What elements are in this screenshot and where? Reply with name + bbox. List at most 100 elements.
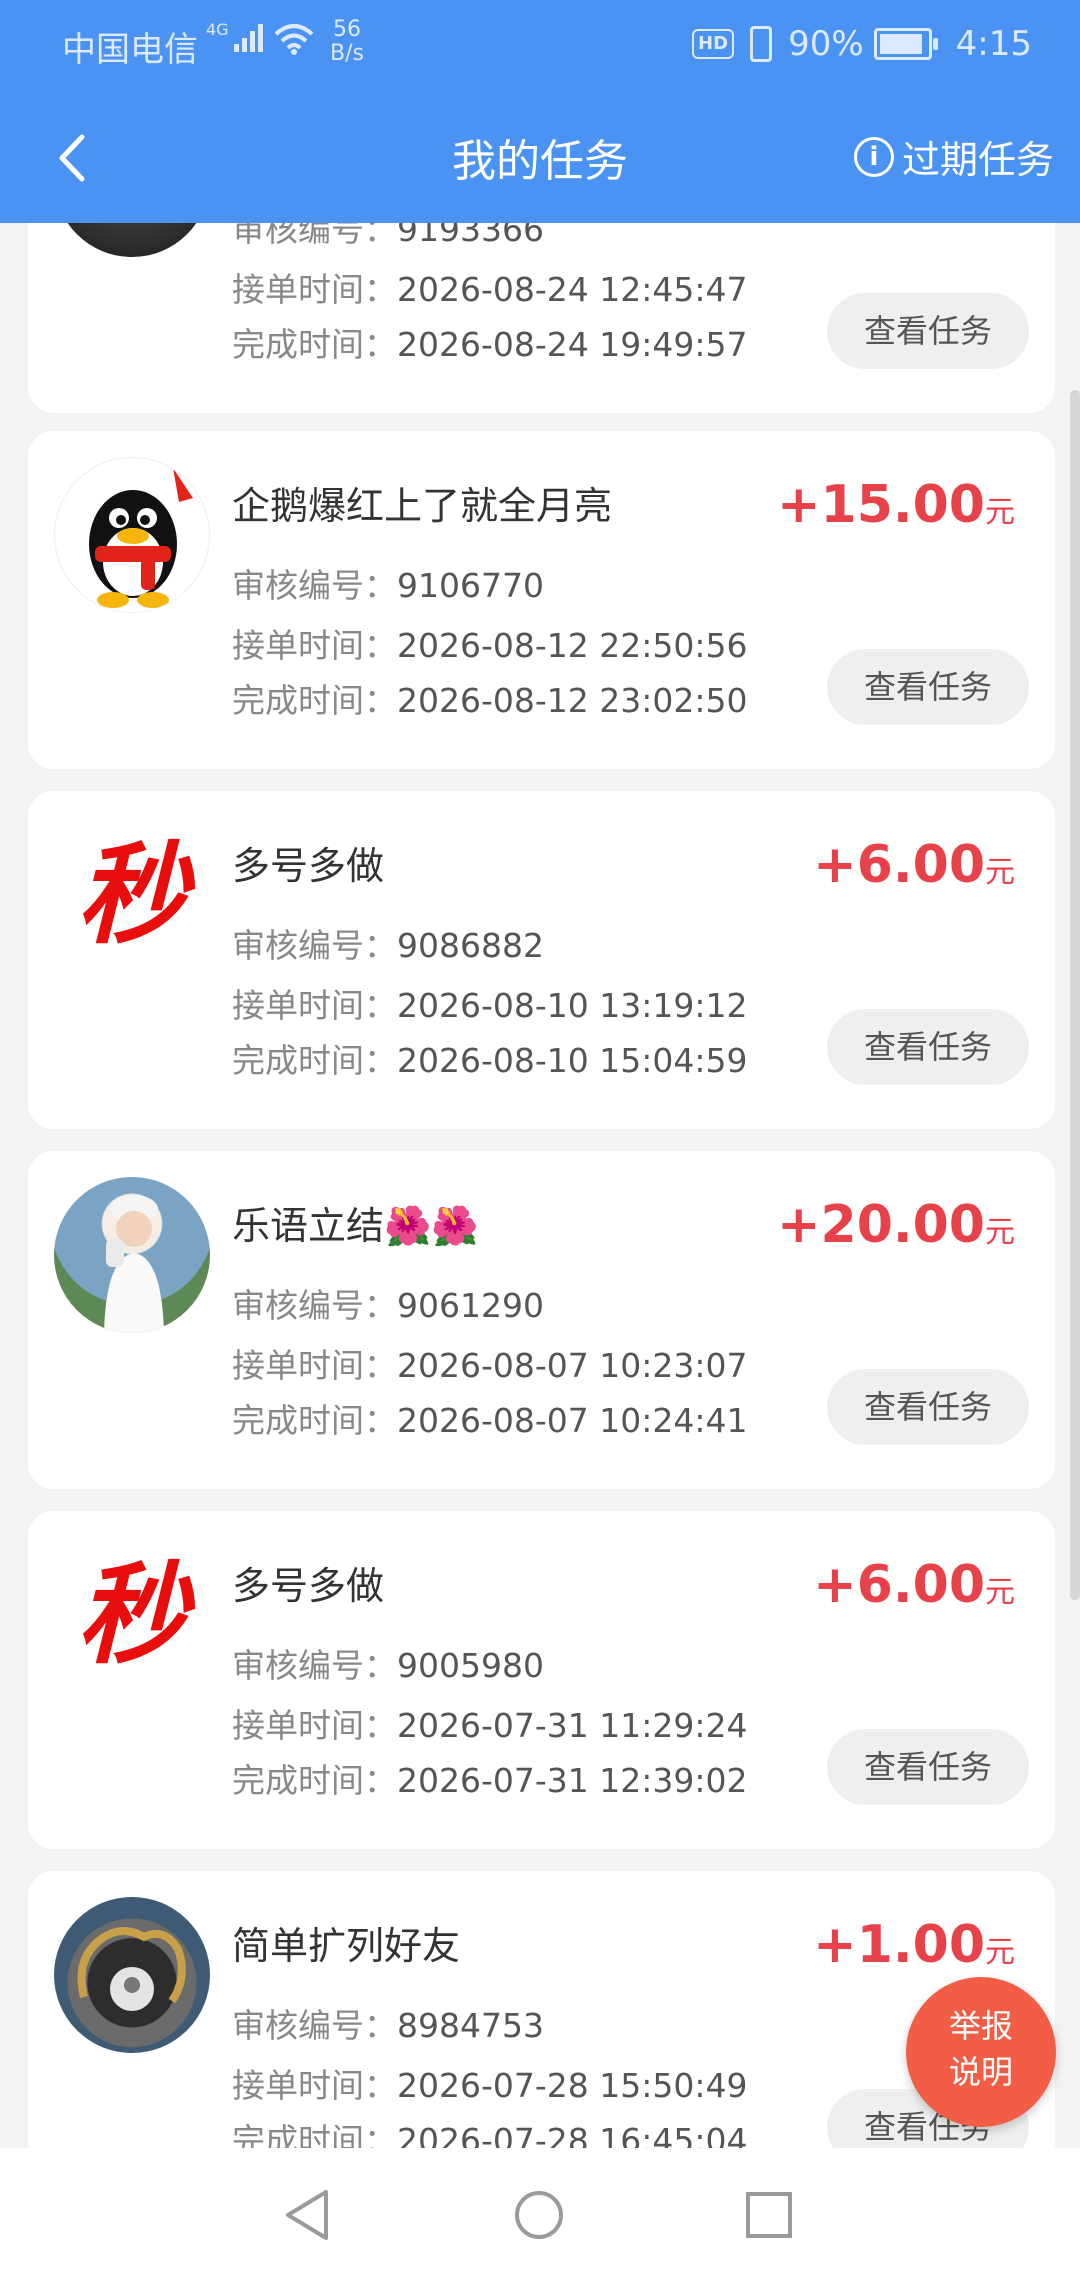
accept-time: 接单时间：2026-08-12 22:50:56	[232, 619, 747, 667]
view-task-button[interactable]: 查看任务	[827, 1729, 1029, 1805]
accept-time-value: 2026-07-28 15:50:49	[397, 2066, 748, 2105]
review-number-label: 审核编号：	[232, 1286, 397, 1325]
view-task-button[interactable]: 查看任务	[827, 649, 1029, 725]
finish-time-value: 2026-07-31 12:39:02	[397, 1761, 748, 1800]
view-task-button[interactable]: 查看任务	[827, 293, 1029, 369]
view-task-button[interactable]: 查看任务	[827, 1369, 1029, 1445]
sec-avatar: 秒	[54, 1537, 210, 1693]
task-reward: +20.00元	[777, 1195, 1015, 1255]
review-number: 审核编号：8984753	[232, 1999, 544, 2047]
finish-time-value: 2026-08-12 23:02:50	[397, 681, 748, 720]
task-reward: +6.00元	[813, 1555, 1015, 1615]
task-title: 简单扩列好友	[232, 1924, 461, 1968]
reward-amount: +15.00	[776, 475, 985, 535]
info-icon: i	[853, 136, 894, 177]
review-number-value: 9193366	[397, 223, 544, 249]
hd-icon: HD	[692, 29, 735, 59]
finish-time-label: 完成时间：	[232, 2121, 397, 2148]
sec-logo: 秒	[77, 1550, 187, 1679]
review-number-label: 审核编号：	[232, 2006, 397, 2045]
task-card: 企鹅爆红上了就全月亮 +15.00元 审核编号：9106770 接单时间：202…	[28, 431, 1055, 769]
accept-time-label: 接单时间：	[232, 986, 397, 1025]
reward-unit: 元	[985, 1935, 1015, 1970]
report-label-line1: 举报	[948, 2007, 1013, 2045]
photo-avatar	[54, 1177, 210, 1333]
task-reward: +15.00元	[777, 475, 1015, 535]
task-card: 简单扩列好友 +1.00元 审核编号：8984753 接单时间：2026-07-…	[28, 1871, 1055, 2148]
review-number-label: 审核编号：	[232, 926, 397, 965]
vibrate-icon	[750, 26, 773, 62]
carrier-name: 中国电信	[62, 30, 198, 70]
dragon-icon	[77, 1927, 186, 2011]
review-number: 审核编号：9061290	[232, 1279, 544, 1327]
person-photo-icon	[104, 1195, 164, 1333]
review-number-label: 审核编号：	[232, 223, 397, 249]
accept-time-label: 接单时间：	[232, 1346, 397, 1385]
task-title: 多号多做	[232, 844, 385, 888]
system-nav-bar	[0, 2148, 1080, 2280]
review-number-value: 9106770	[397, 566, 544, 605]
review-number-value: 9005980	[397, 1646, 544, 1685]
finish-time: 完成时间：2026-08-24 19:49:57	[232, 318, 747, 366]
task-list[interactable]: 审核编号：9193366 接单时间：2026-08-24 12:45:47 完成…	[0, 223, 1080, 2148]
reward-unit: 元	[985, 495, 1015, 530]
accept-time-label: 接单时间：	[232, 626, 397, 665]
recents-square-icon[interactable]	[742, 2188, 796, 2242]
wifi-icon	[274, 24, 314, 55]
accept-time-label: 接单时间：	[232, 2066, 397, 2105]
review-number-value: 8984753	[397, 2006, 544, 2045]
accept-time-value: 2026-08-12 22:50:56	[397, 626, 748, 665]
report-info-button[interactable]: 举报 说明	[906, 1977, 1056, 2127]
reward-unit: 元	[985, 1215, 1015, 1250]
task-card: 秒 多号多做 +6.00元 审核编号：9086882 接单时间：2026-08-…	[28, 791, 1055, 1129]
finish-time: 完成时间：2026-08-10 15:04:59	[232, 1034, 747, 1082]
battery-percent: 90%	[788, 24, 864, 64]
net-speed: 56 B/s	[330, 18, 364, 66]
sec-avatar: 秒	[54, 817, 210, 973]
finish-time-label: 完成时间：	[232, 681, 397, 720]
task-reward: +6.00元	[813, 835, 1015, 895]
review-number-label: 审核编号：	[232, 566, 397, 605]
accept-time: 接单时间：2026-08-07 10:23:07	[232, 1339, 747, 1387]
finish-time-value: 2026-08-10 15:04:59	[397, 1041, 748, 1080]
task-title: 企鹅爆红上了就全月亮	[232, 484, 613, 528]
view-task-button[interactable]: 查看任务	[827, 1009, 1029, 1085]
status-bar: 中国电信 4G 56 B/s HD 90% 4:15	[0, 0, 1080, 95]
finish-time-label: 完成时间：	[232, 1761, 397, 1800]
penguin-avatar	[54, 457, 210, 613]
home-circle-icon[interactable]	[512, 2188, 566, 2242]
network-type: 4G	[206, 20, 229, 39]
status-right: HD 90% 4:15	[692, 24, 1032, 64]
review-number: 审核编号：9193366	[232, 223, 544, 251]
accept-time-value: 2026-07-31 11:29:24	[397, 1706, 748, 1745]
back-triangle-icon[interactable]	[282, 2188, 336, 2242]
finish-time-value: 2026-07-28 16:45:04	[397, 2121, 748, 2148]
review-number-label: 审核编号：	[232, 1646, 397, 1685]
reward-amount: +1.00	[813, 1915, 985, 1975]
task-title: 乐语立结🌺🌺	[232, 1204, 479, 1248]
sec-logo: 秒	[77, 830, 187, 959]
signal-icon	[234, 24, 263, 52]
task-card: 审核编号：9193366 接单时间：2026-08-24 12:45:47 完成…	[28, 223, 1055, 413]
review-number: 审核编号：9106770	[232, 559, 544, 607]
accept-time: 接单时间：2026-07-28 15:50:49	[232, 2059, 747, 2107]
finish-time: 完成时间：2026-08-12 23:02:50	[232, 674, 747, 722]
finish-time-label: 完成时间：	[232, 1041, 397, 1080]
accept-time-label: 接单时间：	[232, 270, 397, 309]
accept-time: 接单时间：2026-07-31 11:29:24	[232, 1699, 747, 1747]
task-card: 乐语立结🌺🌺 +20.00元 审核编号：9061290 接单时间：2026-08…	[28, 1151, 1055, 1489]
reward-unit: 元	[985, 1575, 1015, 1610]
accept-time-value: 2026-08-24 12:45:47	[397, 270, 748, 309]
reward-unit: 元	[985, 855, 1015, 890]
scrollbar[interactable]	[1070, 390, 1080, 1600]
review-number-value: 9086882	[397, 926, 544, 965]
task-reward: +1.00元	[813, 1915, 1015, 1975]
task-card: 秒 多号多做 +6.00元 审核编号：9005980 接单时间：2026-07-…	[28, 1511, 1055, 1849]
expired-tasks-button[interactable]: i 过期任务	[853, 129, 1054, 184]
dragon-avatar	[54, 1897, 210, 2053]
net-speed-value: 56	[332, 17, 361, 42]
clock: 4:15	[955, 24, 1032, 64]
accept-time-label: 接单时间：	[232, 1706, 397, 1745]
finish-time: 完成时间：2026-08-07 10:24:41	[232, 1394, 747, 1442]
review-number-value: 9061290	[397, 1286, 544, 1325]
